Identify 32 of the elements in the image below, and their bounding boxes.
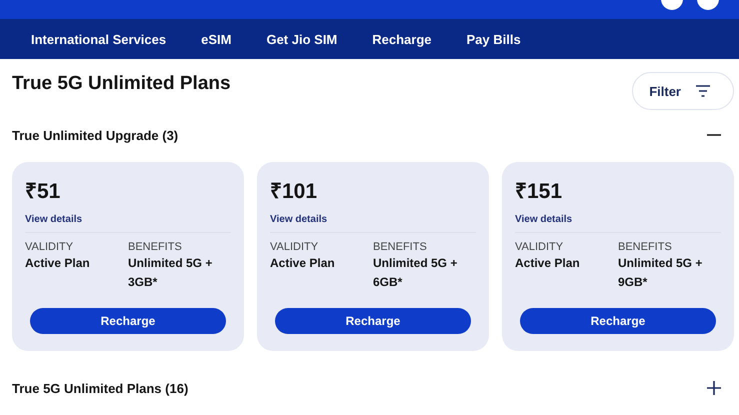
validity-label: VALIDITY: [515, 241, 564, 253]
recharge-button[interactable]: Recharge: [30, 308, 226, 334]
view-details-link[interactable]: View details: [270, 214, 476, 225]
validity-value: Active Plan: [515, 255, 581, 272]
page-title: True 5G Unlimited Plans: [12, 72, 231, 95]
plan-price: ₹151: [515, 180, 564, 204]
benefits-label: BENEFITS: [618, 241, 673, 253]
section-title: True Unlimited Upgrade (3): [12, 128, 178, 142]
benefits-value: Unlimited 5G + 3GB*: [128, 255, 214, 291]
recharge-button[interactable]: Recharge: [275, 308, 471, 334]
filter-button[interactable]: Filter: [632, 72, 734, 110]
validity-label: VALIDITY: [270, 241, 320, 253]
plan-price: ₹51: [25, 180, 62, 204]
nav-link[interactable]: Get Jio SIM: [266, 32, 338, 46]
nav-link[interactable]: Pay Bills: [466, 32, 521, 46]
nav-link[interactable]: International Services: [31, 32, 166, 46]
validity-value: Active Plan: [25, 255, 91, 272]
nav-link[interactable]: eSIM: [201, 32, 232, 46]
view-details-link[interactable]: View details: [515, 214, 721, 225]
benefits-label: BENEFITS: [373, 241, 428, 253]
validity-label: VALIDITY: [25, 241, 74, 253]
benefits-value: Unlimited 5G + 9GB*: [618, 255, 704, 291]
recharge-button[interactable]: Recharge: [520, 308, 716, 334]
benefits-label: BENEFITS: [128, 241, 183, 253]
section-title: True 5G Unlimited Plans (16): [12, 380, 188, 396]
expand-icon[interactable]: [706, 380, 722, 396]
nav-link[interactable]: Recharge: [372, 32, 432, 46]
plan-price: ₹101: [270, 180, 318, 204]
validity-value: Active Plan: [270, 255, 336, 272]
benefits-value: Unlimited 5G + 6GB*: [373, 255, 458, 291]
view-details-link[interactable]: View details: [25, 214, 231, 225]
filter-icon: [695, 84, 711, 98]
